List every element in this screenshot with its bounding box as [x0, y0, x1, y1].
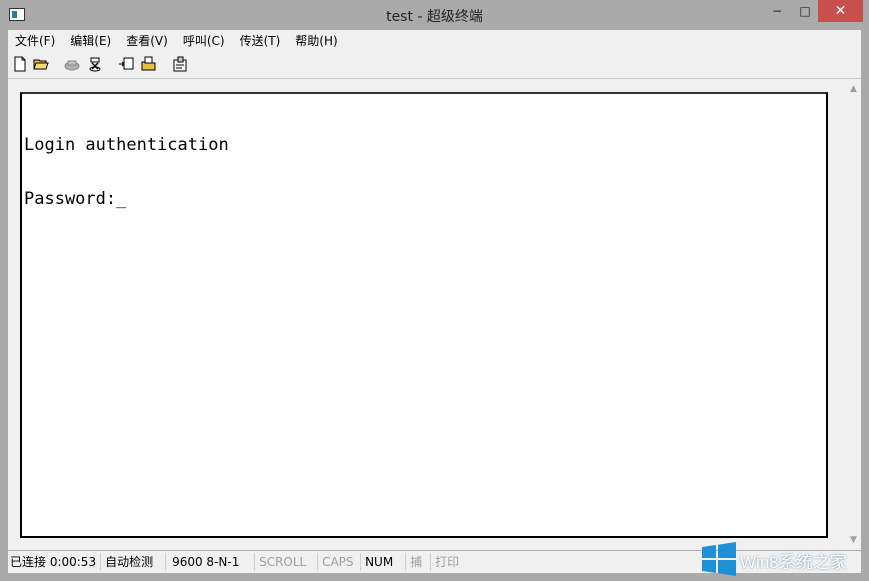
- scroll-up-icon[interactable]: ▲: [846, 81, 861, 96]
- status-scroll: SCROLL: [254, 553, 317, 571]
- status-capture: 捕: [405, 553, 430, 571]
- maximize-icon: □: [799, 4, 811, 18]
- call-icon[interactable]: [64, 56, 80, 72]
- hyperterminal-window: test - 超级终端 − □ ✕ 文件(F) 编辑(E) 查看(V) 呼叫(C…: [0, 0, 869, 580]
- send-file-icon[interactable]: [118, 56, 134, 72]
- disconnect-icon[interactable]: [87, 56, 103, 72]
- terminal-screen[interactable]: Login authentication Password:_: [20, 92, 828, 538]
- watermark-logo: Win8系统之家: [700, 541, 866, 577]
- new-file-icon[interactable]: [12, 56, 28, 72]
- status-print: 打印: [430, 553, 469, 571]
- close-icon: ✕: [834, 3, 847, 19]
- receive-file-icon[interactable]: [141, 56, 157, 72]
- client-area: Login authentication Password:_ ▲ ▼: [8, 79, 861, 550]
- menu-help[interactable]: 帮助(H): [288, 32, 345, 49]
- terminal-line-password: Password:_: [24, 189, 127, 209]
- properties-icon[interactable]: [172, 56, 188, 72]
- status-detect: 自动检测: [100, 553, 165, 571]
- watermark-text: Win8系统之家: [740, 553, 847, 572]
- windows-logo-icon: [702, 542, 736, 576]
- title-bar[interactable]: test - 超级终端 − □ ✕: [0, 0, 869, 30]
- menu-bar: 文件(F) 编辑(E) 查看(V) 呼叫(C) 传送(T) 帮助(H): [8, 30, 861, 51]
- terminal-line-login: Login authentication: [24, 135, 229, 155]
- menu-call[interactable]: 呼叫(C): [176, 32, 233, 49]
- status-connection: 已连接 0:00:53: [10, 555, 97, 569]
- menu-view[interactable]: 查看(V): [119, 32, 176, 49]
- minimize-icon: −: [771, 4, 783, 18]
- window-title: test - 超级终端: [386, 9, 483, 25]
- close-button[interactable]: ✕: [818, 0, 863, 22]
- status-port-settings: 9600 8-N-1: [165, 553, 254, 571]
- minimize-button[interactable]: −: [762, 0, 792, 22]
- maximize-button[interactable]: □: [790, 0, 820, 22]
- open-folder-icon[interactable]: [33, 56, 49, 72]
- vertical-scrollbar[interactable]: ▲ ▼: [846, 81, 861, 547]
- menu-transfer[interactable]: 传送(T): [233, 32, 289, 49]
- menu-edit[interactable]: 编辑(E): [63, 32, 119, 49]
- toolbar: [8, 51, 861, 79]
- status-num: NUM: [360, 553, 405, 571]
- menu-file[interactable]: 文件(F): [8, 32, 63, 49]
- status-caps: CAPS: [317, 553, 360, 571]
